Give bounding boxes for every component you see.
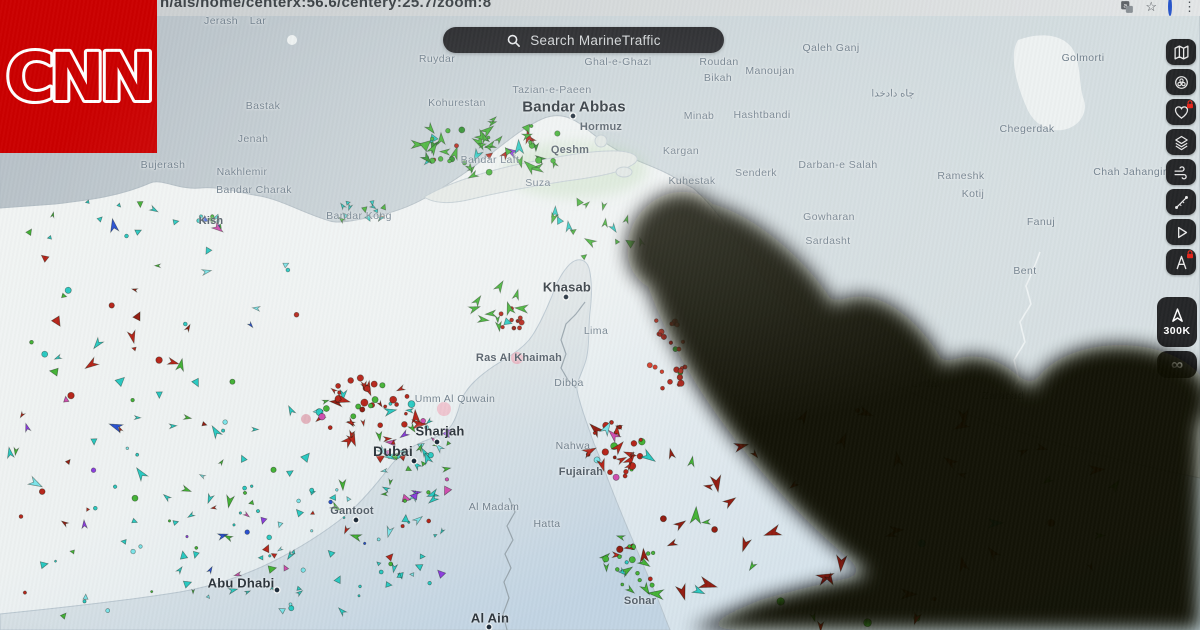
vessel-marker[interactable] xyxy=(518,316,522,320)
weather-button[interactable] xyxy=(1166,159,1196,185)
infinity-button[interactable]: ∞ xyxy=(1157,351,1197,378)
zoom-controls: 300K ∞ xyxy=(1157,297,1197,378)
bookmark-star-icon[interactable]: ☆ xyxy=(1145,0,1157,14)
vessel-marker[interactable] xyxy=(712,526,718,532)
navigation-button[interactable] xyxy=(1166,249,1196,275)
vessel-marker[interactable] xyxy=(221,429,225,433)
vessel-marker[interactable] xyxy=(343,516,346,519)
vessel-marker[interactable] xyxy=(621,583,624,586)
photo-of-screen: JerashLarRuydarGhal-e-GhaziRoudanBikahMa… xyxy=(0,0,1200,630)
measure-button[interactable] xyxy=(1166,189,1196,215)
larak-island xyxy=(616,167,632,177)
small-lake xyxy=(287,35,297,45)
city-dot xyxy=(570,113,576,119)
map-style-button[interactable] xyxy=(1166,39,1196,65)
vessel-marker[interactable] xyxy=(289,603,292,606)
vessel-marker[interactable] xyxy=(677,374,683,380)
layers-button[interactable] xyxy=(1166,129,1196,155)
vessel-marker[interactable] xyxy=(363,542,366,545)
vessel-marker[interactable] xyxy=(613,456,617,460)
vessel-marker[interactable] xyxy=(186,535,188,537)
vessel-marker[interactable] xyxy=(651,551,655,555)
vessel-marker[interactable] xyxy=(401,524,405,528)
vessel-marker[interactable] xyxy=(359,407,365,413)
city-dot xyxy=(274,587,280,593)
vessel-count-control[interactable]: 300K xyxy=(1157,297,1197,347)
search-bar[interactable]: Search MarineTraffic xyxy=(443,27,724,53)
screen-content: JerashLarRuydarGhal-e-GhaziRoudanBikahMa… xyxy=(0,0,1200,630)
city-dot xyxy=(434,439,440,445)
city-dot xyxy=(563,294,569,300)
measure-icon xyxy=(1173,194,1190,211)
vessel-marker[interactable] xyxy=(83,600,87,604)
profile-avatar-icon[interactable] xyxy=(1168,0,1172,14)
vessel-marker[interactable] xyxy=(486,169,492,175)
cnn-logo: CNN xyxy=(0,0,157,153)
location-arrow-icon xyxy=(1169,307,1186,324)
marinetraffic-map[interactable]: JerashLarRuydarGhal-e-GhaziRoudanBikahMa… xyxy=(0,0,1200,630)
vessel-marker[interactable] xyxy=(197,218,201,222)
anchorage-zone xyxy=(437,402,451,416)
map-canvas[interactable] xyxy=(0,0,1200,630)
wind-icon xyxy=(1173,164,1190,181)
vessel-marker[interactable] xyxy=(675,322,680,327)
search-placeholder: Search MarineTraffic xyxy=(530,33,661,48)
vessel-marker[interactable] xyxy=(126,447,129,450)
anchorage-zone xyxy=(301,414,311,424)
vessel-marker[interactable] xyxy=(368,403,373,408)
city-dot xyxy=(411,458,417,464)
vessel-marker[interactable] xyxy=(105,608,109,612)
vessel-marker[interactable] xyxy=(618,425,622,429)
cnn-logo-text: CNN xyxy=(6,39,150,116)
vessel-marker[interactable] xyxy=(19,514,23,518)
url-text[interactable]: n/ais/home/centerx:56.6/centery:25.7/zoo… xyxy=(160,0,491,11)
vessel-marker[interactable] xyxy=(65,287,72,294)
vessel-marker[interactable] xyxy=(678,380,685,387)
infinity-label: ∞ xyxy=(1171,355,1183,375)
play-icon xyxy=(1173,224,1190,241)
city-dot xyxy=(353,517,359,523)
menu-dots-icon[interactable]: ⋮ xyxy=(1183,0,1196,14)
map-icon xyxy=(1173,44,1190,61)
layers-icon xyxy=(1173,134,1190,151)
favorites-button[interactable] xyxy=(1166,99,1196,125)
search-icon xyxy=(506,33,521,48)
city-dot xyxy=(486,624,492,630)
vessel-marker[interactable] xyxy=(380,383,385,388)
vessel-marker[interactable] xyxy=(377,538,380,541)
vessel-marker[interactable] xyxy=(358,585,361,588)
vessel-marker[interactable] xyxy=(358,594,361,597)
playback-button[interactable] xyxy=(1166,219,1196,245)
hormuz-island xyxy=(595,135,607,147)
vessel-marker[interactable] xyxy=(239,512,242,515)
vessel-marker[interactable] xyxy=(168,519,171,522)
vessel-marker[interactable] xyxy=(310,530,313,533)
vessel-count-label: 300K xyxy=(1163,325,1190,337)
vessel-marker[interactable] xyxy=(681,340,685,344)
vessel-marker[interactable] xyxy=(372,396,378,402)
vessel-marker[interactable] xyxy=(156,357,163,364)
translate-icon[interactable]: a xyxy=(1120,0,1134,14)
map-toolbar xyxy=(1166,39,1196,275)
browser-actions: a ☆ ⋮ xyxy=(1120,0,1196,16)
vessel-marker[interactable] xyxy=(438,156,443,161)
vessel-marker[interactable] xyxy=(389,396,397,404)
filters-button[interactable] xyxy=(1166,69,1196,95)
anchorage-zone xyxy=(511,352,523,364)
browser-address-bar[interactable]: n/ais/home/centerx:56.6/centery:25.7/zoo… xyxy=(0,0,1200,16)
vessel-marker[interactable] xyxy=(660,386,664,390)
filters-icon xyxy=(1173,74,1190,91)
